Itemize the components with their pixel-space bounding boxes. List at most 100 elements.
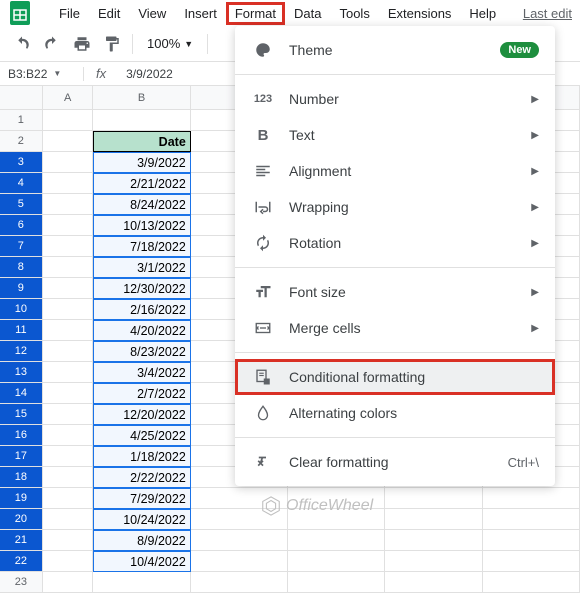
menu-merge-cells[interactable]: Merge cells ▶	[235, 310, 555, 346]
cell[interactable]: 3/4/2022	[93, 362, 190, 383]
cell[interactable]	[43, 299, 94, 320]
sheets-logo-icon[interactable]	[8, 1, 32, 25]
row-header[interactable]: 14	[0, 383, 43, 404]
cell[interactable]	[288, 551, 385, 572]
cell[interactable]: 3/1/2022	[93, 257, 190, 278]
cell[interactable]	[385, 572, 482, 593]
menu-wrapping[interactable]: Wrapping ▶	[235, 189, 555, 225]
cell[interactable]	[385, 551, 482, 572]
select-all-corner[interactable]	[0, 86, 43, 109]
cell[interactable]: 4/25/2022	[93, 425, 190, 446]
row-header[interactable]: 13	[0, 362, 43, 383]
menu-format[interactable]: Format	[226, 2, 285, 25]
menu-extensions[interactable]: Extensions	[379, 2, 461, 25]
cell[interactable]	[43, 173, 94, 194]
cell[interactable]	[43, 152, 94, 173]
formula-input[interactable]: 3/9/2022	[118, 67, 181, 81]
menu-alignment[interactable]: Alignment ▶	[235, 153, 555, 189]
cell[interactable]: 4/20/2022	[93, 320, 190, 341]
row-header[interactable]: 2	[0, 131, 43, 152]
paint-format-icon[interactable]	[98, 30, 126, 58]
cell[interactable]: 2/16/2022	[93, 299, 190, 320]
cell[interactable]	[43, 509, 94, 530]
menu-help[interactable]: Help	[460, 2, 505, 25]
menu-tools[interactable]: Tools	[330, 2, 378, 25]
menu-alternating-colors[interactable]: Alternating colors	[235, 395, 555, 431]
print-icon[interactable]	[68, 30, 96, 58]
row-header[interactable]: 11	[0, 320, 43, 341]
cell[interactable]	[483, 488, 580, 509]
name-box[interactable]: B3:B22▼	[0, 67, 84, 81]
cell[interactable]	[43, 341, 94, 362]
cell[interactable]	[43, 194, 94, 215]
cell[interactable]: 7/18/2022	[93, 236, 190, 257]
cell[interactable]: 10/24/2022	[93, 509, 190, 530]
row-header[interactable]: 20	[0, 509, 43, 530]
cell[interactable]	[385, 488, 482, 509]
row-header[interactable]: 9	[0, 278, 43, 299]
cell[interactable]: 10/13/2022	[93, 215, 190, 236]
cell[interactable]	[43, 383, 94, 404]
cell[interactable]	[288, 572, 385, 593]
row-header[interactable]: 19	[0, 488, 43, 509]
cell[interactable]: 2/7/2022	[93, 383, 190, 404]
cell[interactable]	[385, 530, 482, 551]
menu-edit[interactable]: Edit	[89, 2, 129, 25]
cell[interactable]: 8/9/2022	[93, 530, 190, 551]
menu-conditional-formatting[interactable]: Conditional formatting	[235, 359, 555, 395]
row-header[interactable]: 1	[0, 110, 43, 131]
cell[interactable]: 10/4/2022	[93, 551, 190, 572]
cell[interactable]	[43, 278, 94, 299]
cell[interactable]: 2/22/2022	[93, 467, 190, 488]
cell[interactable]	[43, 488, 94, 509]
row-header[interactable]: 17	[0, 446, 43, 467]
cell[interactable]: 3/9/2022	[93, 152, 190, 173]
menu-rotation[interactable]: Rotation ▶	[235, 225, 555, 261]
row-header[interactable]: 8	[0, 257, 43, 278]
row-header[interactable]: 18	[0, 467, 43, 488]
cell[interactable]	[191, 572, 288, 593]
cell[interactable]	[43, 320, 94, 341]
row-header[interactable]: 6	[0, 215, 43, 236]
cell[interactable]: 8/24/2022	[93, 194, 190, 215]
cell[interactable]: Date	[93, 131, 190, 152]
row-header[interactable]: 4	[0, 173, 43, 194]
column-header[interactable]: A	[43, 86, 94, 109]
cell[interactable]	[43, 551, 94, 572]
row-header[interactable]: 3	[0, 152, 43, 173]
row-header[interactable]: 7	[0, 236, 43, 257]
row-header[interactable]: 15	[0, 404, 43, 425]
cell[interactable]	[288, 530, 385, 551]
cell[interactable]	[93, 110, 190, 131]
cell[interactable]	[483, 551, 580, 572]
undo-icon[interactable]	[8, 30, 36, 58]
row-header[interactable]: 16	[0, 425, 43, 446]
cell[interactable]	[43, 530, 94, 551]
zoom-selector[interactable]: 100%▼	[139, 36, 201, 51]
cell[interactable]	[43, 425, 94, 446]
row-header[interactable]: 10	[0, 299, 43, 320]
menu-number[interactable]: 123 Number ▶	[235, 81, 555, 117]
menu-clear-formatting[interactable]: Clear formatting Ctrl+\	[235, 444, 555, 480]
cell[interactable]	[191, 551, 288, 572]
cell[interactable]	[43, 404, 94, 425]
redo-icon[interactable]	[38, 30, 66, 58]
menu-font-size[interactable]: Font size ▶	[235, 274, 555, 310]
last-edit-link[interactable]: Last edit	[523, 6, 572, 21]
cell[interactable]	[43, 110, 94, 131]
cell[interactable]	[43, 572, 94, 593]
row-header[interactable]: 12	[0, 341, 43, 362]
menu-insert[interactable]: Insert	[175, 2, 226, 25]
row-header[interactable]: 23	[0, 572, 43, 593]
cell[interactable]	[483, 530, 580, 551]
cell[interactable]	[43, 362, 94, 383]
cell[interactable]: 2/21/2022	[93, 173, 190, 194]
cell[interactable]	[93, 572, 190, 593]
row-header[interactable]: 21	[0, 530, 43, 551]
cell[interactable]: 8/23/2022	[93, 341, 190, 362]
menu-text[interactable]: B Text ▶	[235, 117, 555, 153]
cell[interactable]: 7/29/2022	[93, 488, 190, 509]
cell[interactable]	[43, 131, 94, 152]
cell[interactable]	[43, 467, 94, 488]
cell[interactable]	[483, 572, 580, 593]
